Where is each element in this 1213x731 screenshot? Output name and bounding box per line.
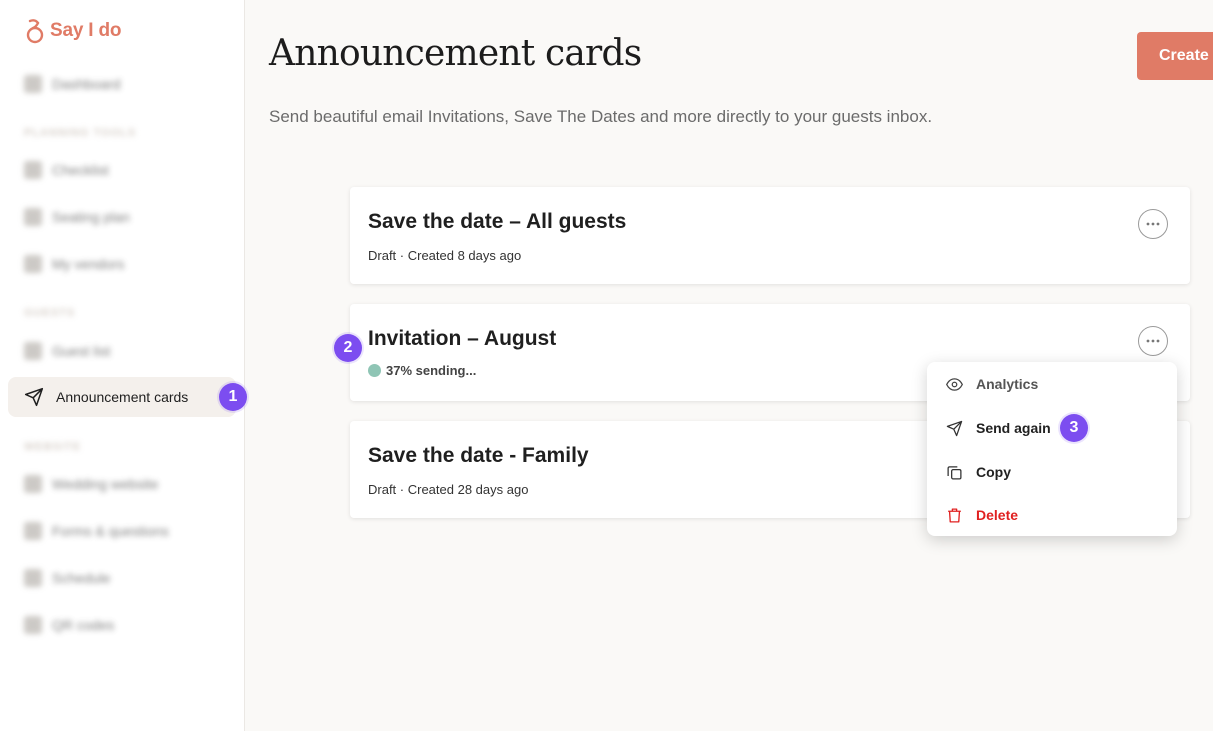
- sidebar-item-checklist[interactable]: Checklist: [8, 150, 236, 190]
- sidebar-item-label: Schedule: [52, 570, 111, 586]
- eye-icon: [946, 377, 963, 391]
- section-planning-tools: PLANNING TOOLS: [24, 127, 137, 139]
- status-dot-icon: [368, 364, 381, 377]
- qr-icon: [24, 616, 42, 634]
- more-options-button[interactable]: [1138, 209, 1168, 239]
- rings-logo-icon: [26, 19, 44, 44]
- step-badge-3: 3: [1060, 414, 1088, 442]
- sidebar-item-label: Wedding website: [52, 476, 159, 492]
- menu-item-copy[interactable]: Copy: [927, 452, 1177, 492]
- guest-list-icon: [24, 342, 42, 360]
- checklist-icon: [24, 161, 42, 179]
- page-subtitle: Send beautiful email Invitations, Save T…: [269, 107, 933, 126]
- menu-item-analytics[interactable]: Analytics: [927, 364, 1177, 404]
- sidebar-item-label: My vendors: [52, 256, 125, 272]
- trash-icon: [948, 507, 961, 523]
- section-website: WEBSITE: [24, 441, 82, 453]
- calendar-icon: [24, 569, 42, 587]
- form-icon: [24, 522, 42, 540]
- ellipsis-icon: [1146, 339, 1160, 343]
- sidebar-item-wedding-website[interactable]: Wedding website: [8, 464, 236, 504]
- menu-item-label: Analytics: [976, 376, 1039, 392]
- sidebar-item-label: QR codes: [52, 617, 115, 633]
- menu-item-send-again[interactable]: Send again: [927, 408, 1177, 448]
- sidebar-item-label: Announcement cards: [56, 389, 189, 405]
- sidebar-item-schedule[interactable]: Schedule: [8, 558, 236, 598]
- sidebar-item-qr-codes[interactable]: QR codes: [8, 605, 236, 645]
- sidebar-item-my-vendors[interactable]: My vendors: [8, 244, 236, 284]
- sidebar-item-label: Guest list: [52, 343, 111, 359]
- logo-text: Say I do: [50, 20, 122, 41]
- copy-icon: [947, 465, 962, 480]
- card-title: Invitation – August: [368, 327, 557, 350]
- logo[interactable]: Say I do: [24, 18, 121, 44]
- sidebar-item-label: Forms & questions: [52, 523, 169, 539]
- page-title: Announcement cards: [269, 33, 642, 74]
- section-guests: GUESTS: [24, 307, 76, 319]
- sidebar-item-forms[interactable]: Forms & questions: [8, 511, 236, 551]
- sending-status: 37% sending...: [368, 363, 476, 378]
- card-title: Save the date – All guests: [368, 210, 627, 233]
- create-button[interactable]: Create: [1137, 32, 1213, 80]
- card-meta: Draft · Created 8 days ago: [368, 248, 522, 263]
- step-badge-2: 2: [334, 334, 362, 362]
- more-options-button[interactable]: [1138, 326, 1168, 356]
- sidebar-item-label: Dashboard: [52, 76, 121, 92]
- vendors-icon: [24, 255, 42, 273]
- sidebar: Say I do Dashboard PLANNING TOOLS Checkl…: [0, 0, 245, 731]
- step-badge-1: 1: [219, 383, 247, 411]
- paper-plane-icon: [946, 420, 963, 436]
- card-options-menu: Analytics Send again Copy Delete: [927, 362, 1177, 536]
- sidebar-item-label: Seating plan: [52, 209, 130, 225]
- announcement-card[interactable]: Save the date – All guests Draft · Creat…: [350, 187, 1190, 284]
- card-meta: Draft · Created 28 days ago: [368, 482, 529, 497]
- menu-item-label: Delete: [976, 507, 1019, 523]
- menu-item-label: Send again: [976, 420, 1051, 436]
- card-title: Save the date - Family: [368, 444, 589, 467]
- dashboard-icon: [24, 75, 42, 93]
- sidebar-item-seating-plan[interactable]: Seating plan: [8, 197, 236, 237]
- sidebar-item-announcement-cards[interactable]: Announcement cards: [8, 377, 236, 417]
- sidebar-item-label: Checklist: [52, 162, 109, 178]
- ellipsis-icon: [1146, 222, 1160, 226]
- status-text: 37% sending...: [386, 363, 477, 378]
- paper-plane-icon: [24, 387, 44, 407]
- sidebar-item-guest-list[interactable]: Guest list: [8, 331, 236, 371]
- sidebar-item-dashboard[interactable]: Dashboard: [8, 64, 236, 104]
- globe-icon: [24, 475, 42, 493]
- menu-item-label: Copy: [976, 464, 1011, 480]
- seating-icon: [24, 208, 42, 226]
- menu-item-delete[interactable]: Delete: [927, 495, 1177, 535]
